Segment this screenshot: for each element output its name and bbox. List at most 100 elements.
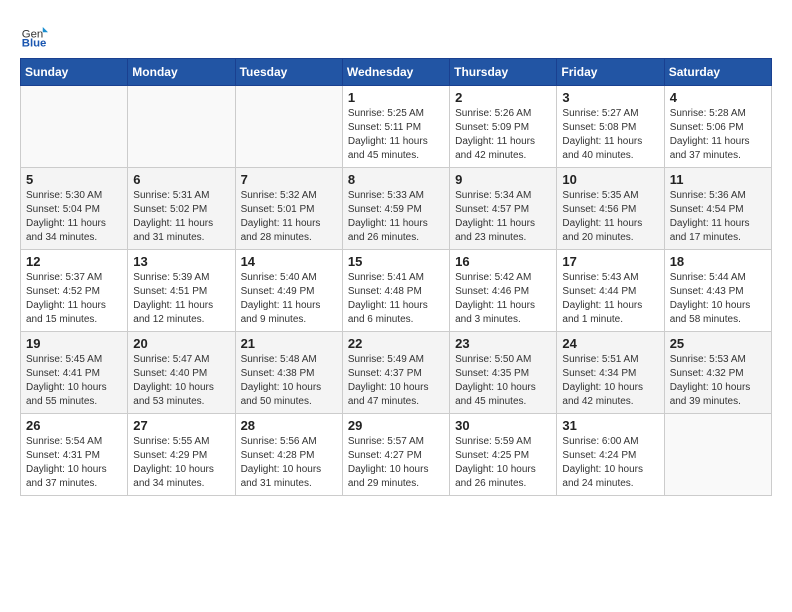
day-number: 20 [133,336,229,351]
day-info: Sunrise: 5:47 AM Sunset: 4:40 PM Dayligh… [133,353,229,409]
calendar-week-row: 26 Sunrise: 5:54 AM Sunset: 4:31 PM Dayli… [21,414,772,496]
calendar-cell: 5 Sunrise: 5:30 AM Sunset: 5:04 PM Daylig… [21,168,128,250]
calendar-cell: 16 Sunrise: 5:42 AM Sunset: 4:46 PM Dayli… [450,250,557,332]
day-number: 18 [670,254,766,269]
svg-text:Blue: Blue [22,37,47,48]
calendar-cell: 2Sunrise: 5:26 AM Sunset: 5:09 PM Daylig… [450,86,557,168]
day-info: Sunrise: 5:34 AM Sunset: 4:57 PM Dayligh… [455,189,551,245]
day-info: Sunrise: 5:30 AM Sunset: 5:04 PM Dayligh… [26,189,122,245]
day-number: 27 [133,418,229,433]
day-info: Sunrise: 5:56 AM Sunset: 4:28 PM Dayligh… [241,435,337,491]
calendar-cell: 25 Sunrise: 5:53 AM Sunset: 4:32 PM Dayli… [664,332,771,414]
day-info: Sunrise: 5:43 AM Sunset: 4:44 PM Dayligh… [562,271,658,327]
day-info: Sunrise: 5:28 AM Sunset: 5:06 PM Dayligh… [670,107,766,163]
day-info: Sunrise: 5:59 AM Sunset: 4:25 PM Dayligh… [455,435,551,491]
weekday-header-friday: Friday [557,59,664,86]
calendar-cell: 11Sunrise: 5:36 AM Sunset: 4:54 PM Dayli… [664,168,771,250]
logo-icon: Gen Blue [20,20,48,48]
day-number: 10 [562,172,658,187]
day-info: Sunrise: 5:39 AM Sunset: 4:51 PM Dayligh… [133,271,229,327]
calendar-cell: 4Sunrise: 5:28 AM Sunset: 5:06 PM Daylig… [664,86,771,168]
day-number: 9 [455,172,551,187]
day-info: Sunrise: 5:40 AM Sunset: 4:49 PM Dayligh… [241,271,337,327]
day-number: 1 [348,90,444,105]
day-number: 2 [455,90,551,105]
weekday-header-tuesday: Tuesday [235,59,342,86]
weekday-header-monday: Monday [128,59,235,86]
day-info: Sunrise: 5:44 AM Sunset: 4:43 PM Dayligh… [670,271,766,327]
calendar-cell: 21 Sunrise: 5:48 AM Sunset: 4:38 PM Dayli… [235,332,342,414]
calendar-cell: 22Sunrise: 5:49 AM Sunset: 4:37 PM Dayli… [342,332,449,414]
day-number: 7 [241,172,337,187]
day-info: Sunrise: 5:42 AM Sunset: 4:46 PM Dayligh… [455,271,551,327]
calendar-cell: 27 Sunrise: 5:55 AM Sunset: 4:29 PM Dayli… [128,414,235,496]
day-info: Sunrise: 5:35 AM Sunset: 4:56 PM Dayligh… [562,189,658,245]
calendar-cell: 13 Sunrise: 5:39 AM Sunset: 4:51 PM Dayli… [128,250,235,332]
day-info: Sunrise: 5:45 AM Sunset: 4:41 PM Dayligh… [26,353,122,409]
day-number: 11 [670,172,766,187]
day-info: Sunrise: 5:50 AM Sunset: 4:35 PM Dayligh… [455,353,551,409]
calendar-cell: 19 Sunrise: 5:45 AM Sunset: 4:41 PM Dayli… [21,332,128,414]
day-number: 5 [26,172,122,187]
day-info: Sunrise: 5:51 AM Sunset: 4:34 PM Dayligh… [562,353,658,409]
day-number: 28 [241,418,337,433]
calendar-cell: 3 Sunrise: 5:27 AM Sunset: 5:08 PM Daylig… [557,86,664,168]
calendar-cell: 1 Sunrise: 5:25 AM Sunset: 5:11 PM Daylig… [342,86,449,168]
day-number: 16 [455,254,551,269]
weekday-header-thursday: Thursday [450,59,557,86]
calendar-table: SundayMondayTuesdayWednesdayThursdayFrid… [20,58,772,496]
day-number: 29 [348,418,444,433]
calendar-cell: 20 Sunrise: 5:47 AM Sunset: 4:40 PM Dayli… [128,332,235,414]
calendar-cell: 14 Sunrise: 5:40 AM Sunset: 4:49 PM Dayli… [235,250,342,332]
calendar-cell: 8Sunrise: 5:33 AM Sunset: 4:59 PM Daylig… [342,168,449,250]
calendar-cell: 7Sunrise: 5:32 AM Sunset: 5:01 PM Daylig… [235,168,342,250]
day-number: 6 [133,172,229,187]
calendar-cell: 30 Sunrise: 5:59 AM Sunset: 4:25 PM Dayli… [450,414,557,496]
day-number: 31 [562,418,658,433]
day-info: Sunrise: 5:48 AM Sunset: 4:38 PM Dayligh… [241,353,337,409]
day-number: 17 [562,254,658,269]
day-number: 30 [455,418,551,433]
calendar-cell: 24Sunrise: 5:51 AM Sunset: 4:34 PM Dayli… [557,332,664,414]
calendar-cell: 18 Sunrise: 5:44 AM Sunset: 4:43 PM Dayli… [664,250,771,332]
calendar-week-row: 1 Sunrise: 5:25 AM Sunset: 5:11 PM Daylig… [21,86,772,168]
calendar-cell [664,414,771,496]
day-number: 25 [670,336,766,351]
day-info: Sunrise: 5:54 AM Sunset: 4:31 PM Dayligh… [26,435,122,491]
day-number: 12 [26,254,122,269]
calendar-week-row: 12Sunrise: 5:37 AM Sunset: 4:52 PM Dayli… [21,250,772,332]
day-number: 14 [241,254,337,269]
weekday-header-wednesday: Wednesday [342,59,449,86]
weekday-header-row: SundayMondayTuesdayWednesdayThursdayFrid… [21,59,772,86]
calendar-cell [128,86,235,168]
weekday-header-saturday: Saturday [664,59,771,86]
day-info: Sunrise: 5:25 AM Sunset: 5:11 PM Dayligh… [348,107,444,163]
day-info: Sunrise: 6:00 AM Sunset: 4:24 PM Dayligh… [562,435,658,491]
calendar-cell: 12Sunrise: 5:37 AM Sunset: 4:52 PM Dayli… [21,250,128,332]
calendar-cell: 23 Sunrise: 5:50 AM Sunset: 4:35 PM Dayli… [450,332,557,414]
day-info: Sunrise: 5:27 AM Sunset: 5:08 PM Dayligh… [562,107,658,163]
calendar-cell [21,86,128,168]
day-number: 13 [133,254,229,269]
calendar-cell [235,86,342,168]
calendar-week-row: 19 Sunrise: 5:45 AM Sunset: 4:41 PM Dayli… [21,332,772,414]
calendar-cell: 31 Sunrise: 6:00 AM Sunset: 4:24 PM Dayli… [557,414,664,496]
calendar-cell: 15 Sunrise: 5:41 AM Sunset: 4:48 PM Dayli… [342,250,449,332]
calendar-week-row: 5 Sunrise: 5:30 AM Sunset: 5:04 PM Daylig… [21,168,772,250]
day-number: 26 [26,418,122,433]
day-number: 23 [455,336,551,351]
day-number: 19 [26,336,122,351]
calendar-cell: 26 Sunrise: 5:54 AM Sunset: 4:31 PM Dayli… [21,414,128,496]
day-number: 15 [348,254,444,269]
day-info: Sunrise: 5:53 AM Sunset: 4:32 PM Dayligh… [670,353,766,409]
day-number: 21 [241,336,337,351]
day-number: 3 [562,90,658,105]
day-number: 22 [348,336,444,351]
calendar-cell: 10 Sunrise: 5:35 AM Sunset: 4:56 PM Dayli… [557,168,664,250]
day-info: Sunrise: 5:55 AM Sunset: 4:29 PM Dayligh… [133,435,229,491]
header: Gen Blue [20,20,772,48]
day-info: Sunrise: 5:41 AM Sunset: 4:48 PM Dayligh… [348,271,444,327]
day-info: Sunrise: 5:31 AM Sunset: 5:02 PM Dayligh… [133,189,229,245]
calendar-cell: 29Sunrise: 5:57 AM Sunset: 4:27 PM Dayli… [342,414,449,496]
calendar-cell: 28 Sunrise: 5:56 AM Sunset: 4:28 PM Dayli… [235,414,342,496]
